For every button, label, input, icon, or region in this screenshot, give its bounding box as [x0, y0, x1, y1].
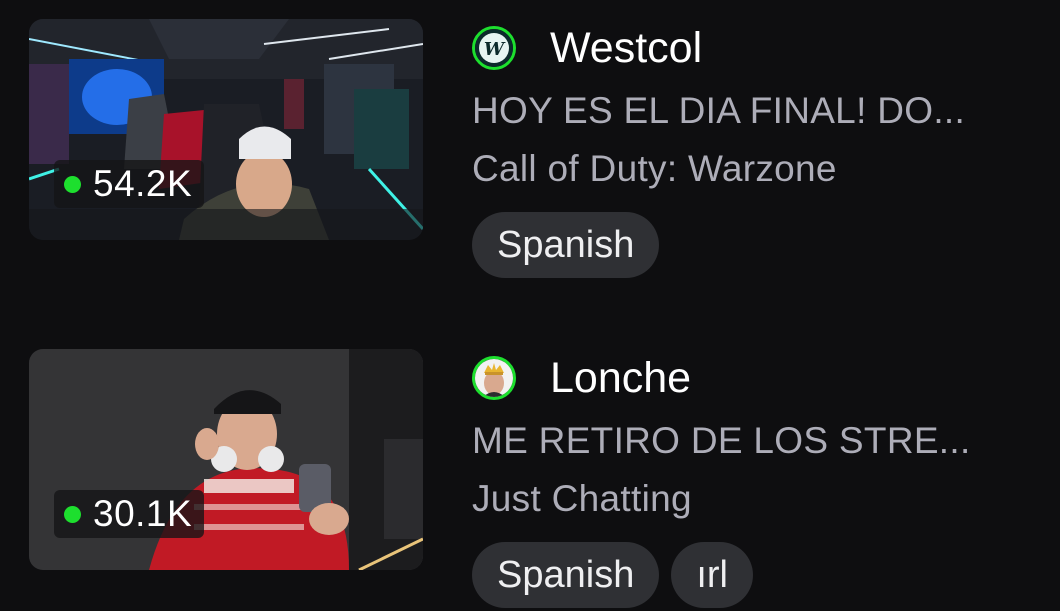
- live-indicator-icon: [64, 505, 81, 523]
- viewer-count: 54.2K: [93, 163, 193, 204]
- westcol-logo-icon: W: [475, 29, 513, 67]
- viewer-count-badge: 30.1K: [54, 490, 205, 538]
- live-indicator-icon: [64, 175, 81, 193]
- channel-avatar[interactable]: [472, 356, 516, 400]
- stream-category[interactable]: Just Chatting: [472, 468, 1032, 530]
- stream-category[interactable]: Call of Duty: Warzone: [472, 138, 1032, 200]
- channel-row[interactable]: W Westcol: [472, 18, 1032, 78]
- crowned-avatar-icon: [475, 359, 513, 397]
- channel-row[interactable]: Lonche: [472, 348, 1032, 408]
- tag-list: Spanish: [472, 212, 1032, 278]
- channel-name[interactable]: Westcol: [550, 24, 702, 73]
- tag-spanish[interactable]: Spanish: [472, 212, 660, 278]
- stream-thumbnail[interactable]: 30.1K: [29, 349, 423, 570]
- stream-info: W Westcol HOY ES EL DIA FINAL! DO... Cal…: [472, 18, 1032, 278]
- channel-name[interactable]: Lonche: [550, 354, 691, 403]
- viewer-count: 30.1K: [93, 493, 193, 534]
- stream-info: Lonche ME RETIRO DE LOS STRE... Just Cha…: [472, 348, 1032, 608]
- tag-irl[interactable]: ırl: [671, 542, 753, 608]
- channel-avatar[interactable]: W: [472, 26, 516, 70]
- svg-text:W: W: [484, 39, 506, 60]
- viewer-count-badge: 54.2K: [54, 160, 205, 208]
- stream-thumbnail[interactable]: 54.2K: [29, 19, 423, 240]
- stream-title[interactable]: ME RETIRO DE LOS STRE...: [472, 414, 1017, 468]
- tag-spanish[interactable]: Spanish: [472, 542, 660, 608]
- stream-feed: 54.2K W Westcol HOY ES EL DIA FINAL! DO.…: [0, 0, 1060, 611]
- stream-title[interactable]: HOY ES EL DIA FINAL! DO...: [472, 84, 1017, 138]
- tag-list: Spanish ırl: [472, 542, 1032, 608]
